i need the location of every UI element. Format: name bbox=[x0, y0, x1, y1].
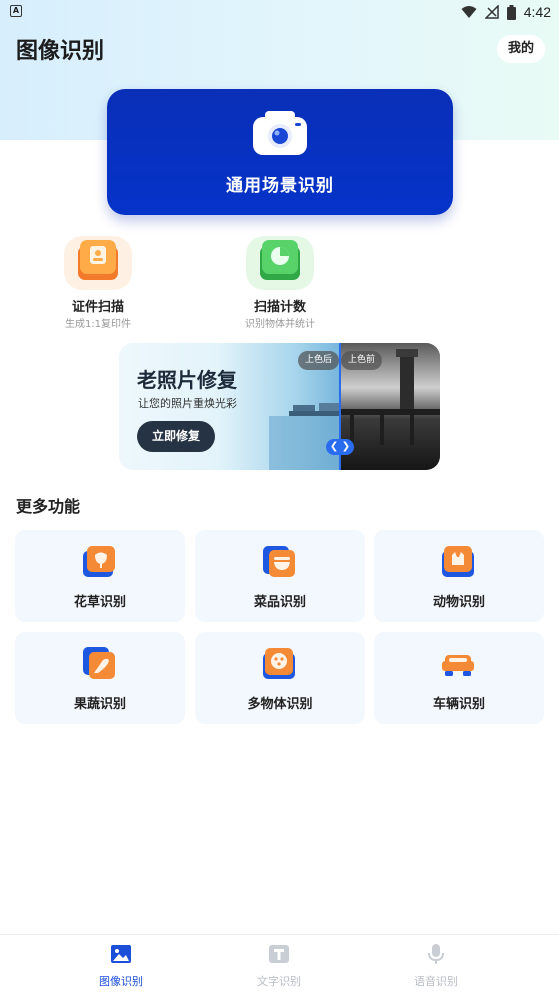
nav-label: 语音识别 bbox=[414, 975, 458, 988]
nav-voice-recognition[interactable]: 语音识别 bbox=[396, 943, 476, 989]
camera-icon bbox=[253, 111, 307, 155]
banner-title: 老照片修复 bbox=[137, 368, 237, 392]
flower-icon bbox=[83, 546, 115, 577]
chart-icon bbox=[260, 240, 300, 280]
image-icon bbox=[111, 945, 131, 963]
card-label: 菜品识别 bbox=[253, 595, 306, 610]
restore-now-button[interactable]: 立即修复 bbox=[137, 421, 215, 452]
tool-subtitle: 生成1:1复印件 bbox=[64, 319, 132, 330]
dish-recognition-card[interactable]: 菜品识别 bbox=[195, 530, 365, 622]
nav-label: 图像识别 bbox=[99, 975, 143, 988]
page-title: 图像识别 bbox=[16, 39, 105, 64]
multi-object-recognition-card[interactable]: 多物体识别 bbox=[195, 632, 365, 724]
flower-recognition-card[interactable]: 花草识别 bbox=[15, 530, 185, 622]
tag-before: 上色前 bbox=[341, 351, 383, 370]
animal-recognition-card[interactable]: 动物识别 bbox=[374, 530, 544, 622]
notification-icon: A bbox=[10, 5, 22, 17]
hero-label: 通用场景识别 bbox=[226, 176, 334, 196]
bottom-navigation: 图像识别 文字识别 语音识别 bbox=[0, 934, 559, 993]
general-scene-recognition-button[interactable]: 通用场景识别 bbox=[107, 89, 453, 215]
card-label: 多物体识别 bbox=[247, 697, 313, 712]
status-bar: A 4:42 bbox=[0, 0, 559, 24]
car-icon bbox=[442, 655, 474, 676]
dish-icon bbox=[263, 546, 295, 577]
card-label: 花草识别 bbox=[73, 595, 126, 610]
clock: 4:42 bbox=[523, 4, 551, 20]
multi-object-icon bbox=[263, 648, 295, 679]
battery-icon bbox=[506, 4, 516, 20]
compare-handle[interactable]: ❮ ❯ bbox=[326, 439, 354, 455]
more-features-title: 更多功能 bbox=[16, 497, 81, 516]
mine-button[interactable]: 我的 bbox=[497, 35, 545, 63]
vehicle-recognition-card[interactable]: 车辆识别 bbox=[374, 632, 544, 724]
card-label: 车辆识别 bbox=[432, 697, 485, 712]
fruit-recognition-card[interactable]: 果蔬识别 bbox=[15, 632, 185, 724]
tool-title: 证件扫描 bbox=[71, 300, 124, 315]
tool-title: 扫描计数 bbox=[253, 300, 306, 315]
card-label: 果蔬识别 bbox=[73, 697, 126, 712]
signal-icon bbox=[484, 5, 499, 19]
nav-image-recognition[interactable]: 图像识别 bbox=[81, 943, 161, 989]
microphone-icon bbox=[428, 944, 444, 964]
tag-after: 上色后 bbox=[298, 351, 340, 370]
nav-label: 文字识别 bbox=[257, 975, 301, 988]
wifi-icon bbox=[461, 6, 477, 18]
animal-icon bbox=[442, 546, 474, 577]
photo-restore-banner[interactable]: 老照片修复 让您的照片重焕光彩 立即修复 上色后 上色前 ❮ ❯ bbox=[119, 343, 440, 470]
id-scan-tool[interactable]: 证件扫描 生成1:1复印件 bbox=[28, 236, 168, 336]
fruit-icon bbox=[83, 647, 115, 679]
nav-text-recognition[interactable]: 文字识别 bbox=[239, 943, 319, 989]
scan-count-tool[interactable]: 扫描计数 识别物体并统计 bbox=[210, 236, 350, 336]
tool-subtitle: 识别物体并统计 bbox=[245, 319, 315, 330]
banner-subtitle: 让您的照片重焕光彩 bbox=[138, 397, 237, 410]
text-icon bbox=[269, 945, 289, 963]
card-label: 动物识别 bbox=[432, 595, 485, 610]
id-card-icon bbox=[78, 240, 118, 280]
